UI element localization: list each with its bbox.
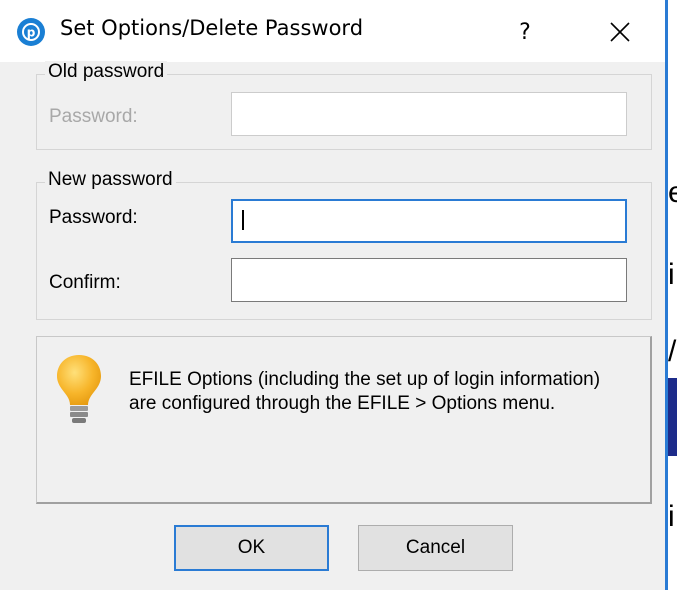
help-button[interactable]: ? [505,12,545,52]
background-highlight-bar [668,378,677,456]
background-text: / [668,335,677,368]
background-text: i [668,258,675,291]
new-password-label: Password: [49,207,138,228]
ok-button[interactable]: OK [174,525,329,571]
title-bar[interactable]: p Set Options/Delete Password ? [0,0,665,62]
cancel-button[interactable]: Cancel [358,525,513,571]
svg-text:p: p [27,26,36,40]
info-panel: EFILE Options (including the set up of l… [36,336,652,504]
set-options-dialog: p Set Options/Delete Password ? Old pass… [0,0,665,590]
app-logo-icon: p [17,18,45,46]
new-password-input[interactable] [231,199,627,243]
confirm-password-input[interactable] [231,258,627,302]
background-text: i [668,500,675,533]
new-password-legend: New password [45,169,176,191]
old-password-legend: Old password [45,61,168,83]
old-password-input[interactable] [231,92,627,136]
info-message: EFILE Options (including the set up of l… [129,369,601,414]
window-title: Set Options/Delete Password [60,16,364,40]
close-icon [610,22,630,42]
close-button[interactable] [595,12,645,52]
lightbulb-icon [51,351,107,436]
confirm-label: Confirm: [49,272,121,293]
text-caret [242,210,244,230]
background-window-edge: e i / i [665,0,677,590]
background-text: e [668,176,677,210]
old-password-label: Password: [49,106,138,127]
